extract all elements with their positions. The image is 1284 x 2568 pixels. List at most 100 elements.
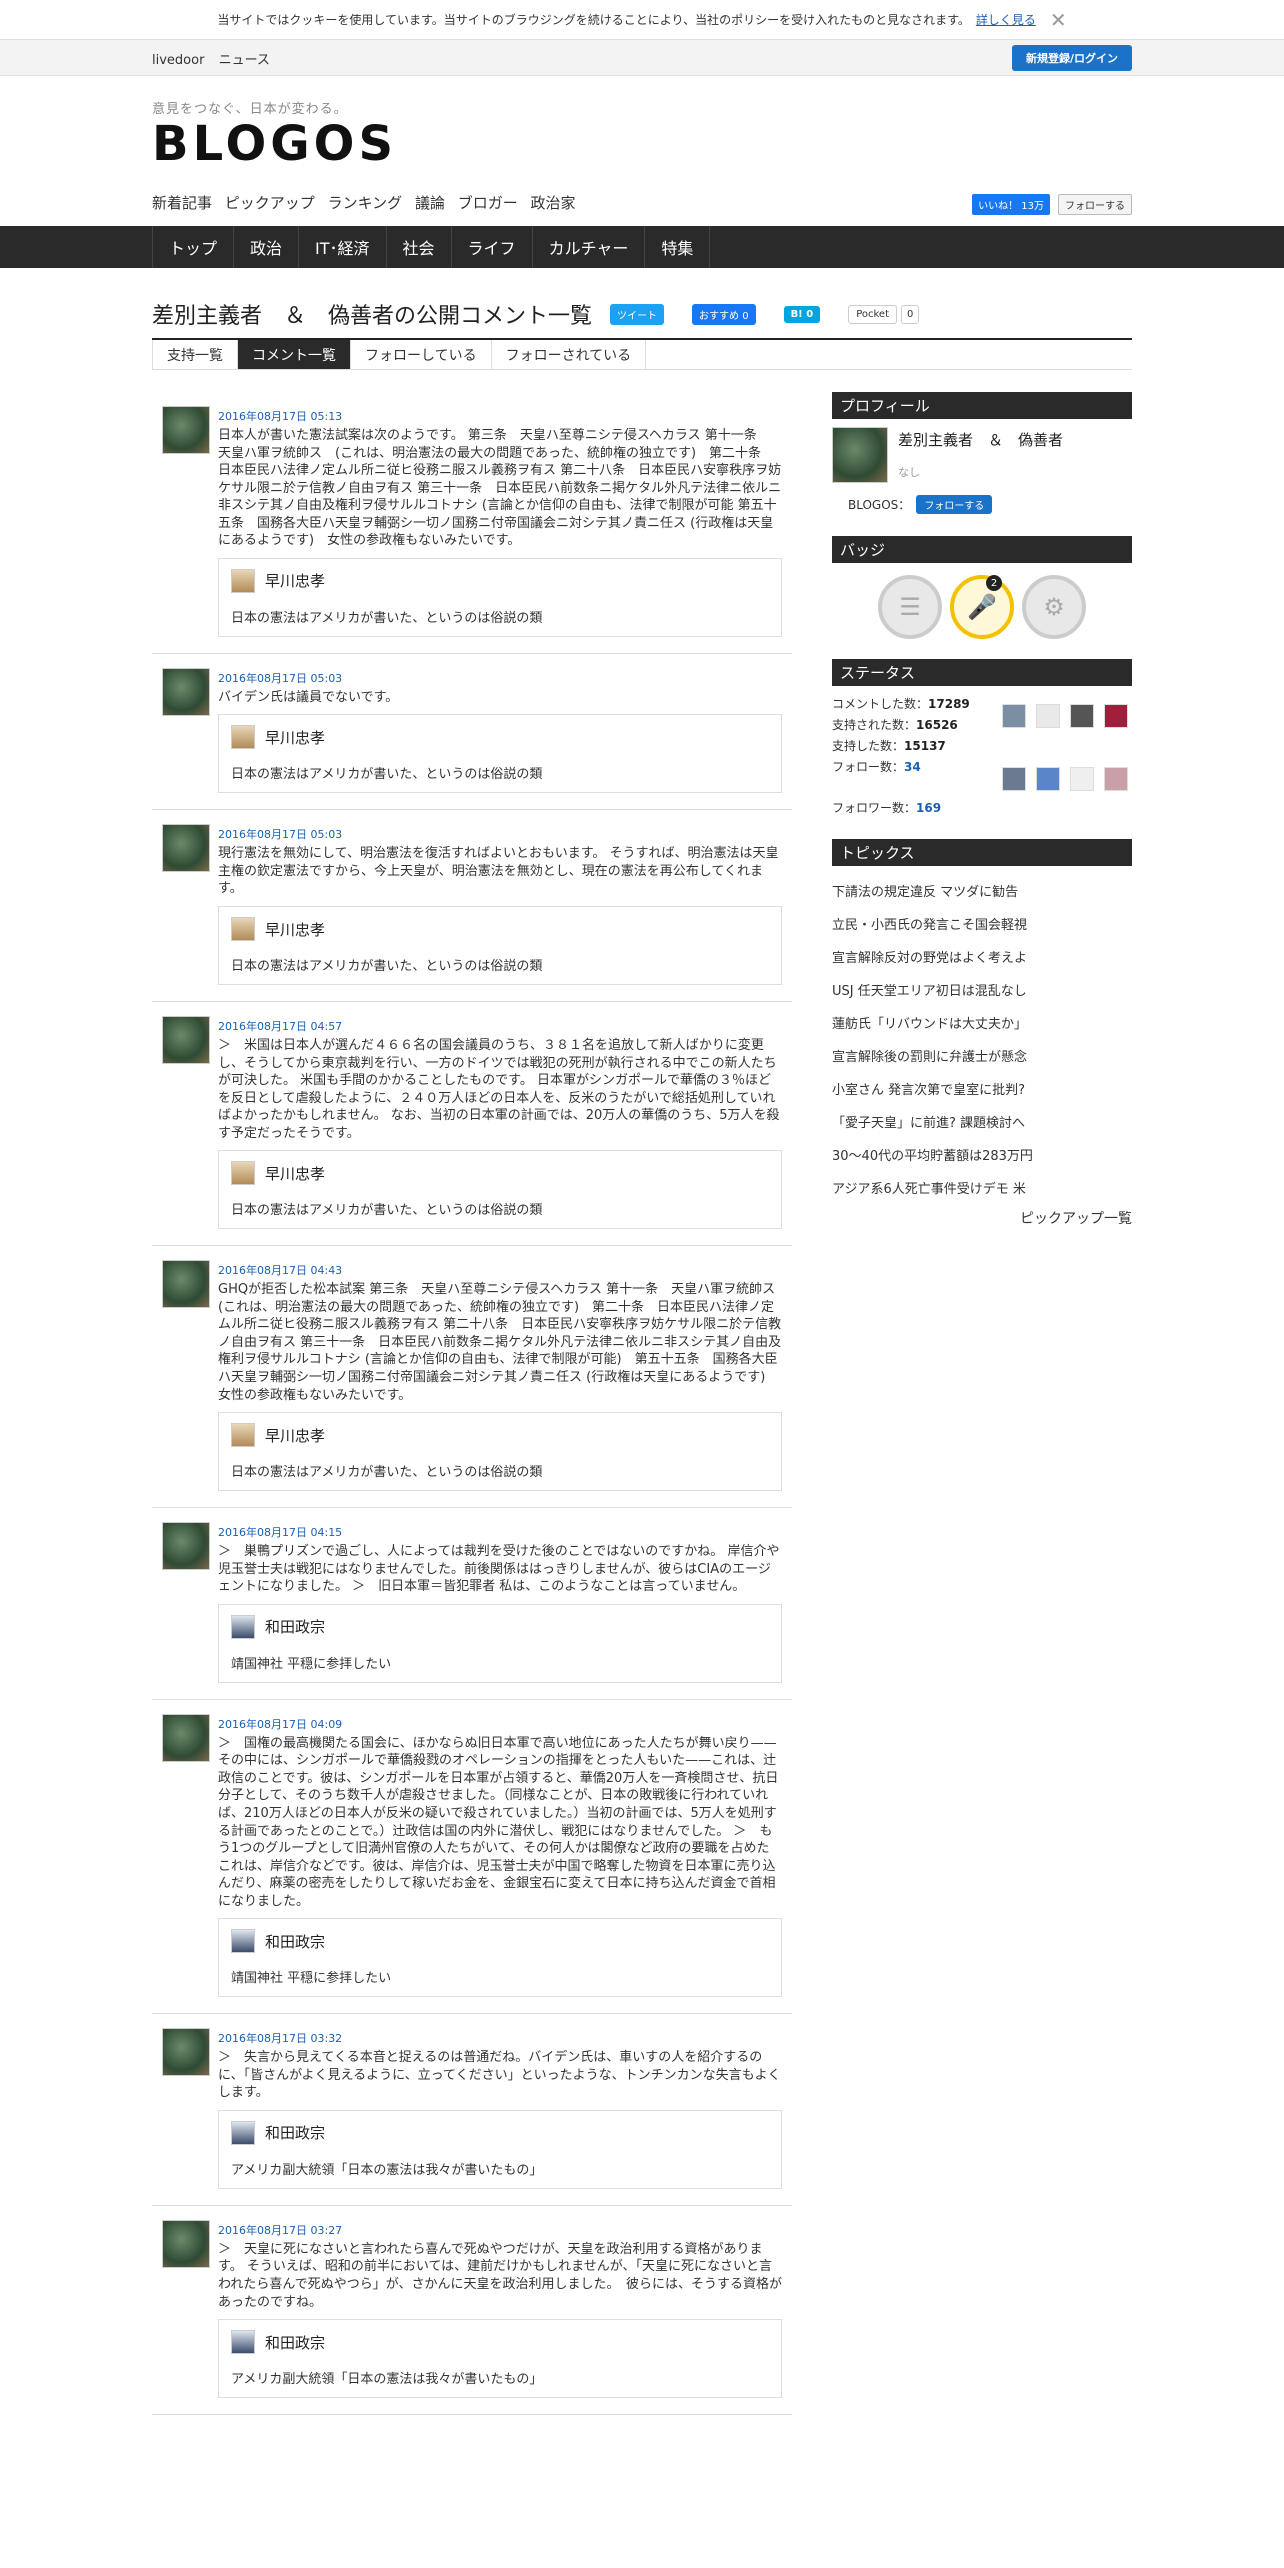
subnav-pickup[interactable]: ピックアップ: [225, 194, 315, 212]
hatena-bookmark-button[interactable]: B! 0: [783, 305, 821, 323]
article-card[interactable]: 和田政宗 靖国神社 平穏に参拝したい: [218, 1918, 782, 1998]
nav-culture[interactable]: カルチャー: [533, 226, 646, 268]
article-author[interactable]: 和田政宗: [265, 1616, 325, 1637]
comment-date[interactable]: 2016年08月17日 05:13: [218, 408, 782, 424]
tweet-button[interactable]: ツイート: [610, 303, 665, 325]
topic-link[interactable]: 立民・小西氏の発言こそ国会軽視: [832, 907, 1132, 940]
comment-date[interactable]: 2016年08月17日 05:03: [218, 670, 782, 686]
nav-it-economy[interactable]: IT･経済: [299, 226, 387, 268]
article-title[interactable]: 日本の憲法はアメリカが書いた、というのは俗説の類: [231, 1199, 769, 1218]
avatar[interactable]: [162, 1713, 210, 1762]
article-author[interactable]: 早川忠孝: [265, 1425, 325, 1446]
article-card[interactable]: 早川忠孝 日本の憲法はアメリカが書いた、というのは俗説の類: [218, 1412, 782, 1492]
article-author[interactable]: 早川忠孝: [265, 570, 325, 591]
comment-date[interactable]: 2016年08月17日 03:32: [218, 2030, 782, 2046]
topic-link[interactable]: 宣言解除後の罰則に弁護士が懸念: [832, 1039, 1132, 1072]
article-title[interactable]: 日本の憲法はアメリカが書いた、というのは俗説の類: [231, 607, 769, 626]
comment-date[interactable]: 2016年08月17日 03:27: [218, 2222, 782, 2238]
user-thumbnail[interactable]: [1070, 766, 1094, 791]
article-title[interactable]: 日本の憲法はアメリカが書いた、というのは俗説の類: [231, 763, 769, 782]
follow-button[interactable]: フォローする: [916, 495, 993, 514]
article-title[interactable]: 靖国神社 平穏に参拝したい: [231, 1967, 769, 1986]
subnav-blogger[interactable]: ブロガー: [458, 194, 518, 212]
topic-link[interactable]: アジア系6人死亡事件受けデモ 米: [832, 1171, 1132, 1204]
comment-date[interactable]: 2016年08月17日 04:09: [218, 1716, 782, 1732]
pocket-button[interactable]: Pocket: [848, 304, 897, 324]
user-thumbnail[interactable]: [1070, 704, 1094, 728]
microphone-badge-icon[interactable]: 🎤 2: [950, 575, 1014, 639]
article-card[interactable]: 和田政宗 アメリカ副大統領「日本の憲法は我々が書いたもの」: [218, 2109, 782, 2189]
comment-badge-icon[interactable]: ☰: [878, 575, 942, 639]
subnav-debate[interactable]: 議論: [415, 194, 445, 212]
user-thumbnail[interactable]: [1036, 704, 1060, 728]
comment-text: GHQが拒否した松本試案 第三条 天皇ハ至尊ニシテ侵スヘカラス 第十一条 天皇ハ…: [218, 1282, 789, 1403]
close-icon[interactable]: ✕: [1050, 8, 1067, 32]
comment-date[interactable]: 2016年08月17日 05:03: [218, 826, 782, 842]
tab-followers[interactable]: フォローされている: [492, 340, 647, 369]
topic-link[interactable]: 下請法の規定違反 マツダに勧告: [832, 874, 1132, 907]
follower-count[interactable]: 169: [916, 801, 941, 815]
share-badge-icon[interactable]: ⚙: [1022, 575, 1086, 639]
subnav-politician[interactable]: 政治家: [531, 194, 576, 212]
pickup-list-link[interactable]: ピックアップ一覧: [832, 1208, 1132, 1228]
topic-link[interactable]: USJ 任天堂エリア初日は混乱なし: [832, 973, 1132, 1006]
news-link[interactable]: ニュース: [219, 53, 270, 68]
comment-date[interactable]: 2016年08月17日 04:15: [218, 1524, 782, 1540]
avatar[interactable]: [162, 406, 210, 454]
nav-feature[interactable]: 特集: [645, 226, 711, 268]
article-card[interactable]: 早川忠孝 日本の憲法はアメリカが書いた、というのは俗説の類: [218, 1150, 782, 1230]
article-author[interactable]: 早川忠孝: [265, 919, 325, 940]
article-title[interactable]: アメリカ副大統領「日本の憲法は我々が書いたもの」: [231, 2159, 769, 2178]
facebook-like-button[interactable]: いいね！ 13万: [972, 194, 1050, 215]
facebook-recommend-button[interactable]: おすすめ 0: [692, 303, 756, 325]
article-author[interactable]: 早川忠孝: [265, 1163, 325, 1184]
nav-life[interactable]: ライフ: [452, 226, 533, 268]
article-card[interactable]: 和田政宗 靖国神社 平穏に参拝したい: [218, 1603, 782, 1683]
avatar[interactable]: [162, 667, 210, 716]
tab-supports[interactable]: 支持一覧: [152, 340, 238, 369]
topic-link[interactable]: 小室さん 発言次第で皇室に批判?: [832, 1072, 1132, 1105]
article-card[interactable]: 早川忠孝 日本の憲法はアメリカが書いた、というのは俗説の類: [218, 557, 782, 637]
avatar[interactable]: [162, 2219, 210, 2268]
subnav-ranking[interactable]: ランキング: [328, 194, 403, 212]
article-title[interactable]: 日本の憲法はアメリカが書いた、というのは俗説の類: [231, 1461, 769, 1480]
tab-comments[interactable]: コメント一覧: [238, 340, 351, 369]
user-thumbnail[interactable]: [1104, 766, 1128, 791]
topic-link[interactable]: 宣言解除反対の野党はよく考えよ: [832, 940, 1132, 973]
article-title[interactable]: 日本の憲法はアメリカが書いた、というのは俗説の類: [231, 955, 769, 974]
user-thumbnail[interactable]: [1002, 704, 1026, 728]
cookie-details-link[interactable]: 詳しく見る: [976, 11, 1036, 28]
topic-link[interactable]: 30～40代の平均貯蓄額は283万円: [832, 1138, 1132, 1171]
article-card[interactable]: 和田政宗 アメリカ副大統領「日本の憲法は我々が書いたもの」: [218, 2319, 782, 2399]
avatar[interactable]: [162, 1016, 210, 1065]
article-title[interactable]: 靖国神社 平穏に参拝したい: [231, 1653, 769, 1672]
nav-top[interactable]: トップ: [153, 226, 235, 268]
topic-link[interactable]: 蓮舫氏「リバウンドは大丈夫か」: [832, 1006, 1132, 1039]
blogos-logo[interactable]: BLOGOS: [152, 116, 397, 172]
article-author[interactable]: 和田政宗: [265, 1931, 325, 1952]
article-author[interactable]: 和田政宗: [265, 2122, 325, 2143]
avatar[interactable]: [162, 824, 210, 873]
avatar[interactable]: [162, 2028, 210, 2077]
tab-following[interactable]: フォローしている: [351, 340, 492, 369]
user-thumbnail[interactable]: [1002, 766, 1026, 791]
twitter-follow-button[interactable]: フォローする: [1058, 194, 1132, 215]
follow-count[interactable]: 34: [904, 760, 921, 774]
article-card[interactable]: 早川忠孝 日本の憲法はアメリカが書いた、というのは俗説の類: [218, 906, 782, 986]
nav-society[interactable]: 社会: [387, 226, 452, 268]
subnav-new-articles[interactable]: 新着記事: [152, 194, 212, 212]
nav-politics[interactable]: 政治: [234, 226, 300, 268]
article-card[interactable]: 早川忠孝 日本の憲法はアメリカが書いた、というのは俗説の類: [218, 714, 782, 794]
user-thumbnail[interactable]: [1036, 766, 1060, 791]
comment-date[interactable]: 2016年08月17日 04:43: [218, 1262, 782, 1278]
article-author[interactable]: 和田政宗: [265, 2332, 325, 2353]
avatar[interactable]: [162, 1260, 210, 1309]
article-author[interactable]: 早川忠孝: [265, 727, 325, 748]
user-thumbnail[interactable]: [1104, 704, 1128, 728]
article-title[interactable]: アメリカ副大統領「日本の憲法は我々が書いたもの」: [231, 2368, 769, 2387]
register-login-button[interactable]: 新規登録/ログイン: [1011, 45, 1132, 71]
livedoor-link[interactable]: livedoor: [152, 53, 204, 68]
comment-date[interactable]: 2016年08月17日 04:57: [218, 1018, 782, 1034]
topic-link[interactable]: 「愛子天皇」に前進? 課題検討へ: [832, 1105, 1132, 1138]
avatar[interactable]: [162, 1522, 210, 1571]
